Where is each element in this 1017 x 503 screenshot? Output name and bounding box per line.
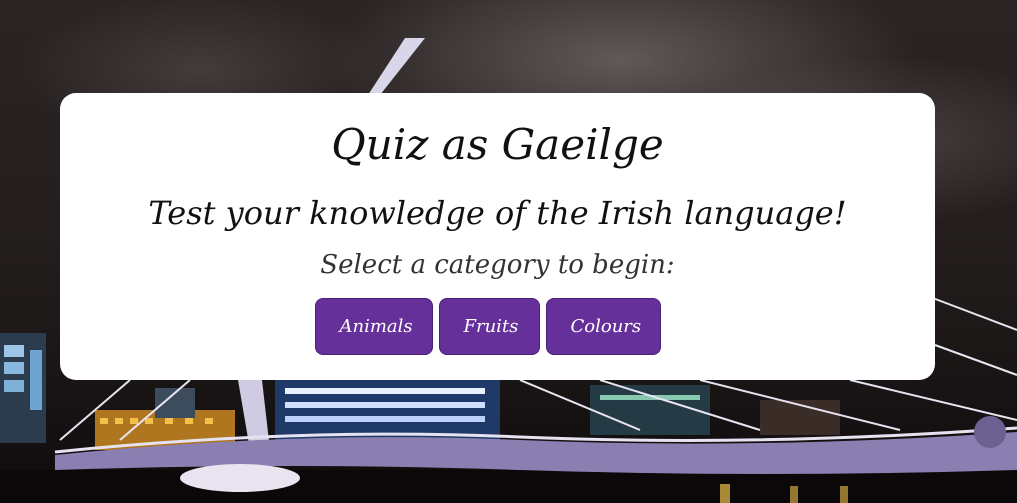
animals-button[interactable]: Animals	[314, 298, 433, 355]
welcome-card: Quiz as Gaeilge Test your knowledge of t…	[60, 93, 935, 380]
fruits-button[interactable]: Fruits	[438, 298, 540, 355]
page-subtitle: Test your knowledge of the Irish languag…	[148, 194, 847, 232]
category-prompt: Select a category to begin:	[320, 250, 675, 280]
page-title: Quiz as Gaeilge	[331, 120, 664, 169]
colours-button[interactable]: Colours	[545, 298, 661, 355]
category-button-group: Animals Fruits Colours	[60, 298, 935, 355]
